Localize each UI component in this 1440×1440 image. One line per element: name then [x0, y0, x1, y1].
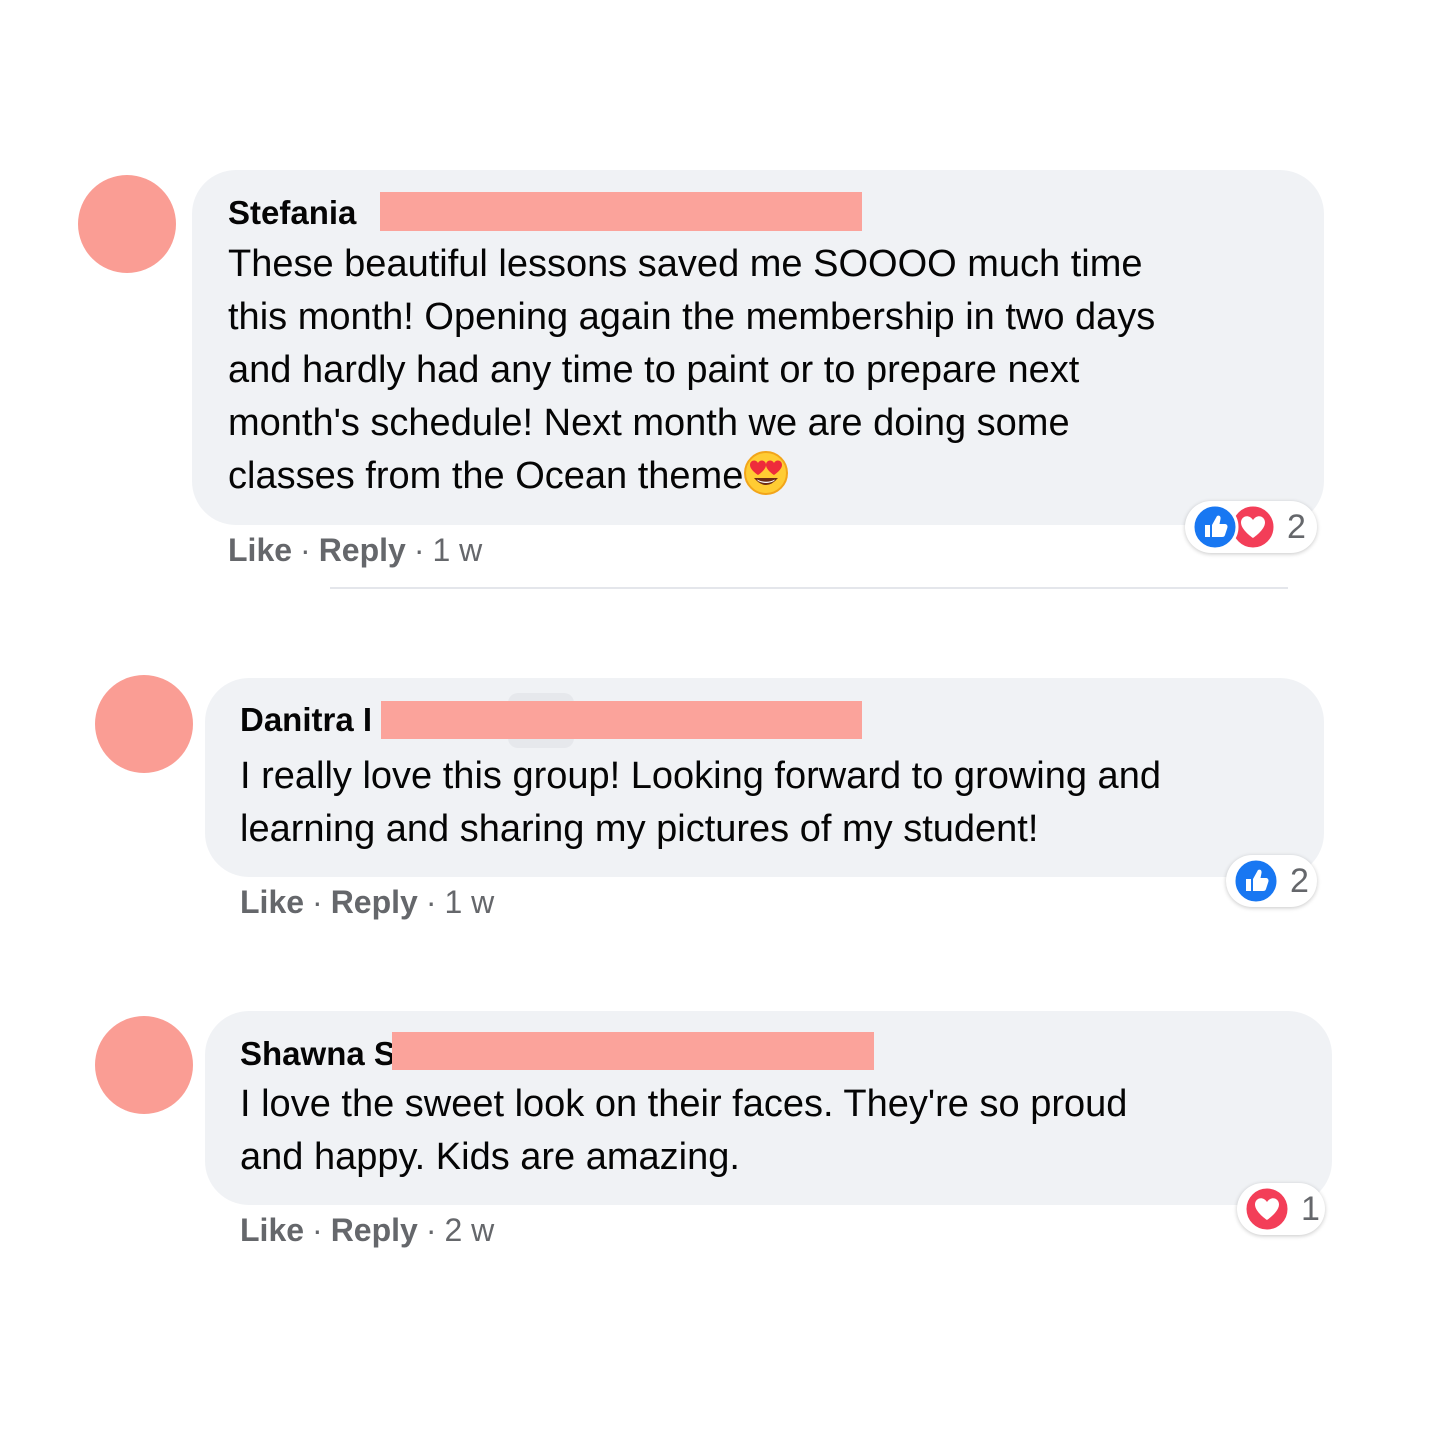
comment-text: I love the sweet look on their faces. Th…	[240, 1083, 1128, 1178]
comment-text: These beautiful lessons saved me SOOOO m…	[228, 238, 1155, 511]
like-button[interactable]: Like	[228, 532, 292, 568]
name-redaction	[380, 192, 862, 231]
timestamp[interactable]: 1 w	[432, 532, 482, 568]
commenter-name[interactable]: Shawna S	[240, 1034, 396, 1074]
avatar[interactable]	[95, 675, 193, 773]
commenter-name[interactable]: Stefania	[228, 193, 356, 233]
reply-button[interactable]: Reply	[331, 1212, 418, 1248]
name-redaction	[392, 1032, 874, 1070]
reaction-summary[interactable]: 2	[1185, 501, 1317, 553]
timestamp[interactable]: 2 w	[444, 1212, 494, 1248]
comment-actions: Like · Reply · 2 w	[240, 1210, 494, 1250]
comment-actions: Like · Reply · 1 w	[228, 530, 482, 570]
reaction-summary[interactable]: 1	[1237, 1183, 1325, 1235]
reaction-count: 2	[1290, 862, 1309, 900]
avatar[interactable]	[95, 1016, 193, 1114]
comment-actions: Like · Reply · 1 w	[240, 882, 494, 922]
like-button[interactable]: Like	[240, 1212, 304, 1248]
separator: ·	[312, 1212, 323, 1248]
reaction-count: 2	[1287, 508, 1306, 546]
like-icon	[1232, 857, 1280, 905]
reply-button[interactable]: Reply	[331, 884, 418, 920]
comment-body: These beautiful lessons saved me SOOOO m…	[228, 243, 1156, 497]
divider	[330, 587, 1288, 589]
heart-eyes-emoji	[743, 450, 789, 511]
love-icon	[1243, 1185, 1291, 1233]
reply-button[interactable]: Reply	[319, 532, 406, 568]
avatar[interactable]	[78, 175, 176, 273]
separator: ·	[413, 532, 425, 568]
separator: ·	[425, 1212, 437, 1248]
like-button[interactable]: Like	[240, 884, 304, 920]
commenter-name[interactable]: Danitra I	[240, 700, 372, 740]
name-redaction	[381, 701, 862, 739]
reaction-count: 1	[1301, 1190, 1320, 1228]
reaction-summary[interactable]: 2	[1226, 855, 1317, 907]
timestamp[interactable]: 1 w	[444, 884, 494, 920]
separator: ·	[300, 532, 311, 568]
like-icon	[1191, 503, 1239, 551]
separator: ·	[425, 884, 437, 920]
separator: ·	[312, 884, 323, 920]
comment-text: I really love this group! Looking forwar…	[240, 755, 1161, 850]
